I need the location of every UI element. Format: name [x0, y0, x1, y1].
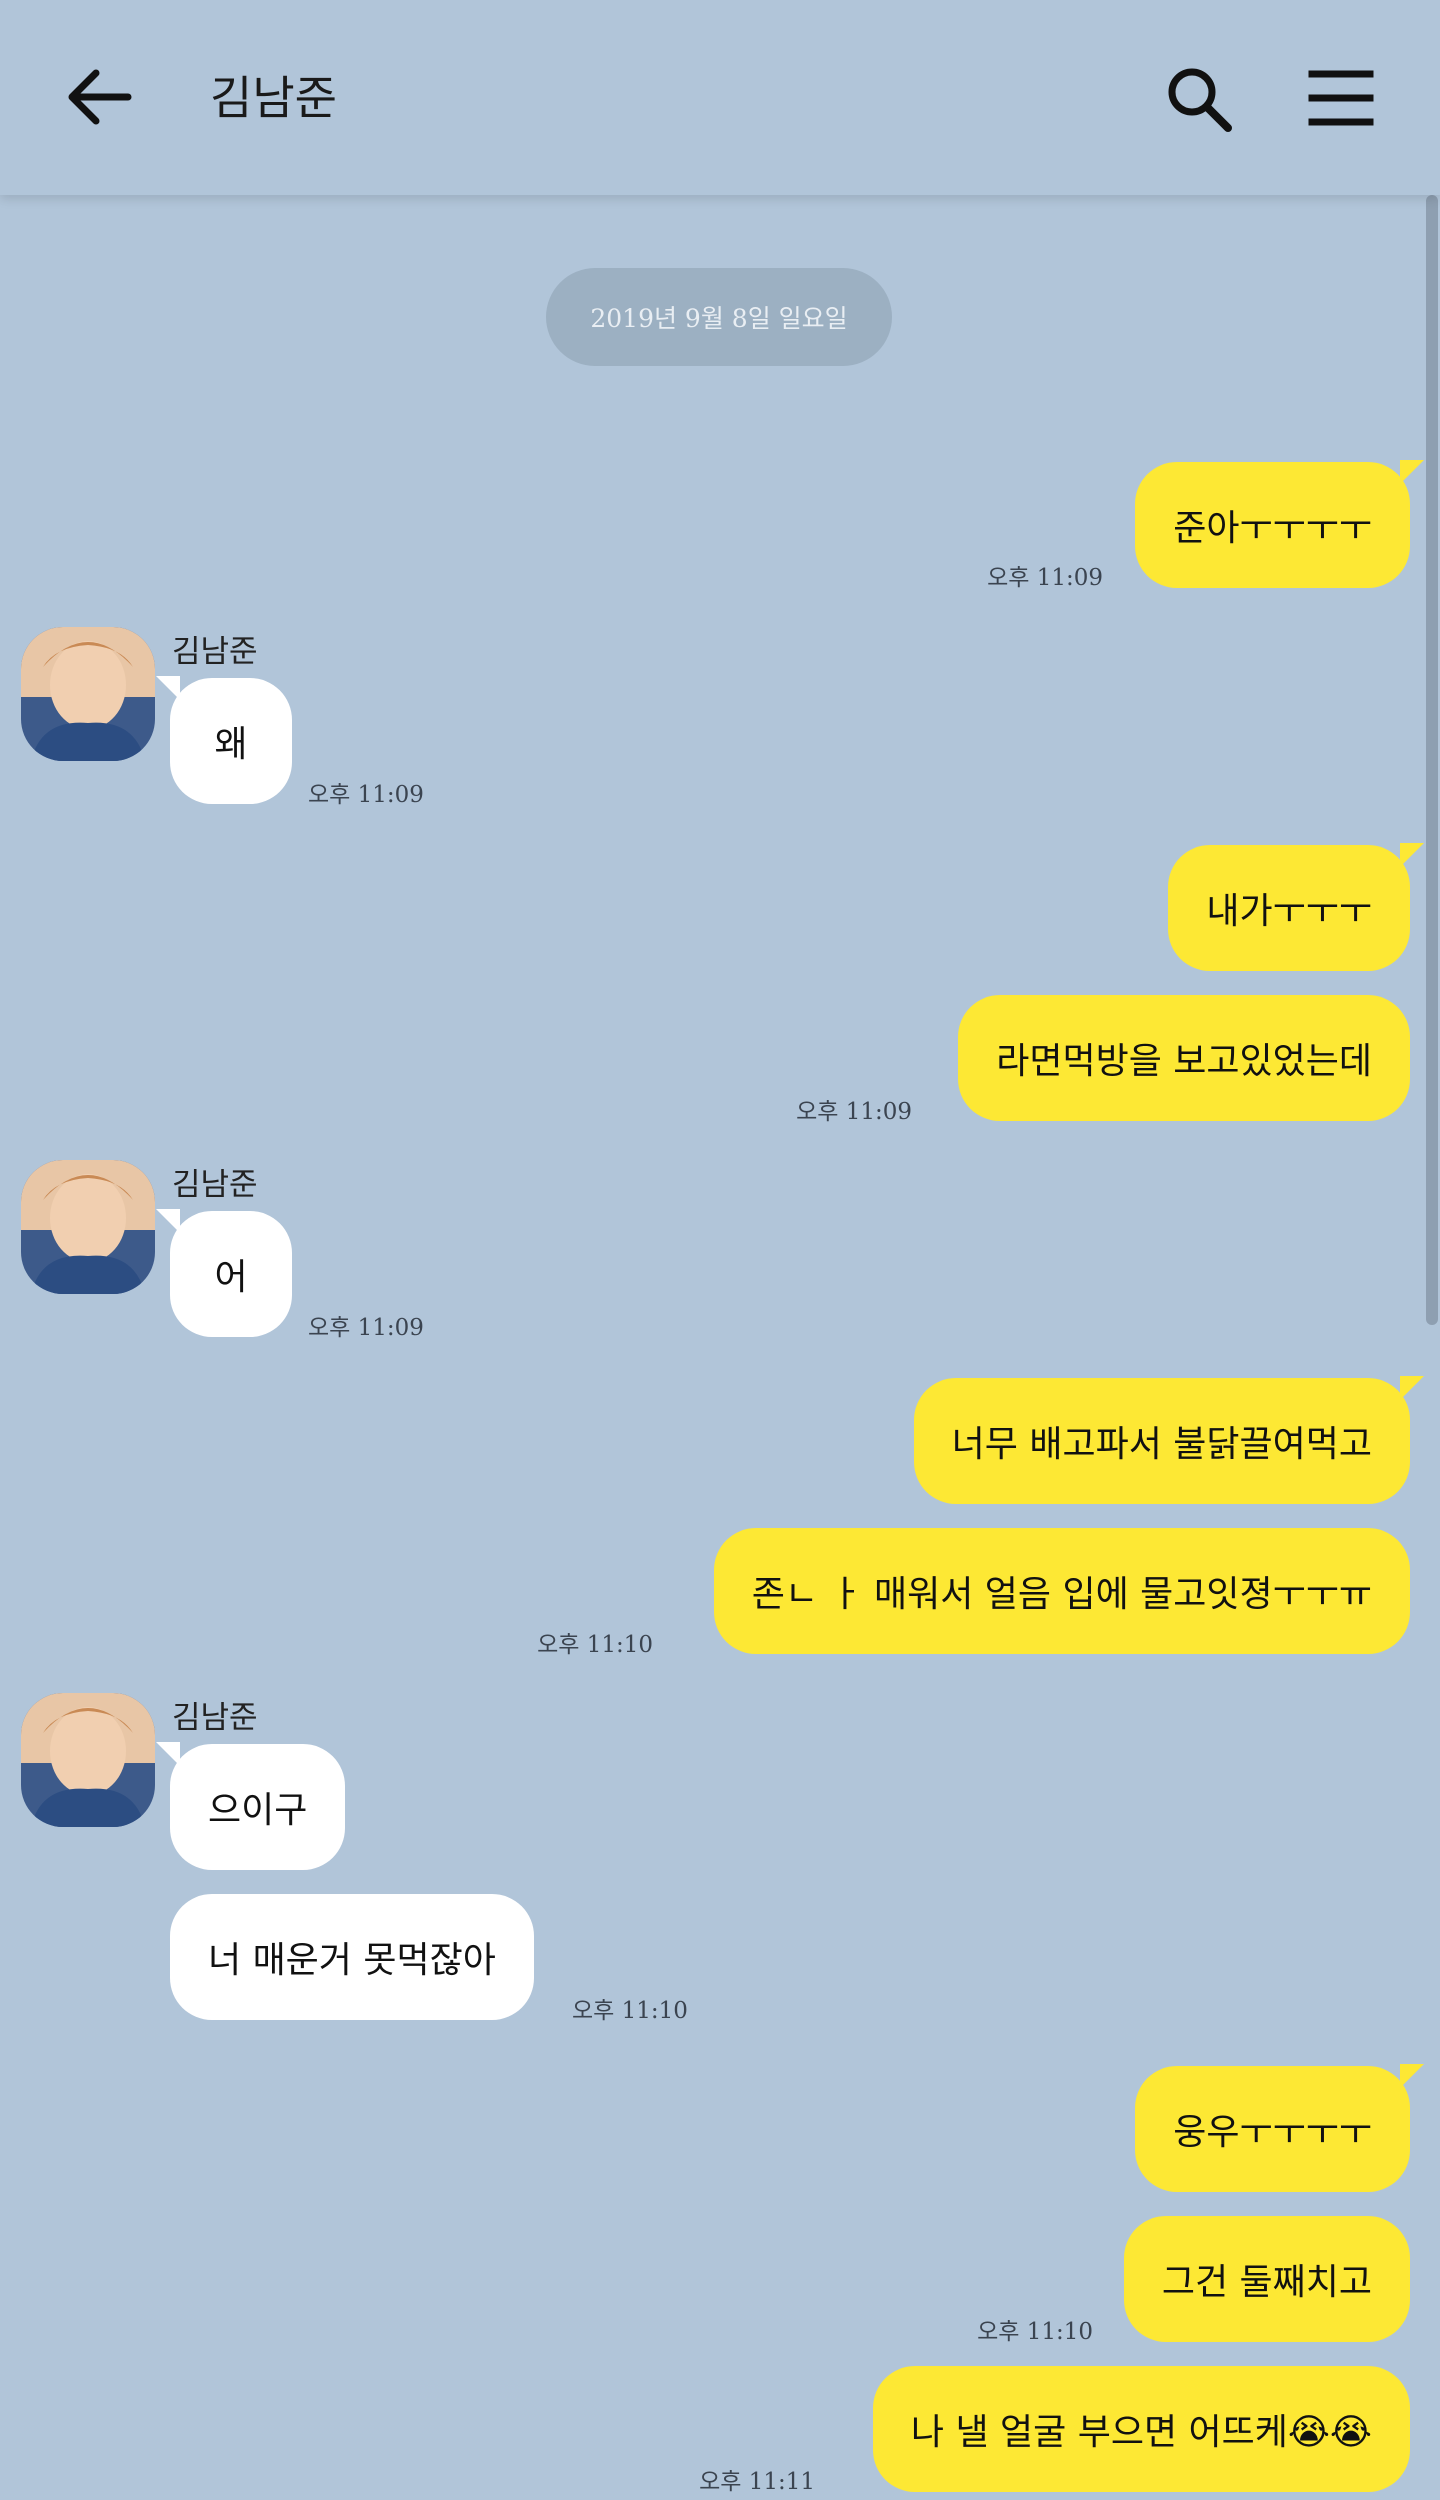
- avatar[interactable]: [21, 627, 155, 761]
- avatar-image: [21, 627, 155, 761]
- message-text: 나 낼 얼굴 부으면 어뜨케😭😭: [910, 2412, 1372, 2453]
- message-text: 준아ㅜㅜㅜㅜ: [1173, 508, 1372, 549]
- avatar-image: [21, 1693, 155, 1827]
- message-bubble-received[interactable]: 너 매운거 못먹잖아: [170, 1894, 534, 2020]
- sender-name: 김남준: [172, 1700, 258, 1736]
- sender-name: 김남준: [172, 634, 258, 670]
- chat-header: 김남준: [0, 0, 1440, 195]
- message-time: 오후 11:10: [537, 1632, 653, 1658]
- message-time: 오후 11:10: [572, 1998, 688, 2024]
- chat-title: 김남준: [210, 71, 337, 125]
- message-text: 너무 배고파서 불닭끌여먹고: [951, 1424, 1372, 1465]
- sender-name: 김남준: [172, 1167, 258, 1203]
- message-bubble-sent[interactable]: 그건 둘째치고: [1123, 2216, 1410, 2342]
- message-bubble-sent[interactable]: 존ㄴ ㅏ 매워서 얼음 입에 물고잇졍ㅜㅜㅠ: [713, 1528, 1410, 1654]
- message-text: 너 매운거 못먹잖아: [208, 1940, 496, 1981]
- avatar[interactable]: [21, 1160, 155, 1294]
- message-text: 어: [214, 1257, 248, 1298]
- search-button[interactable]: [1160, 60, 1240, 140]
- message-time: 오후 11:09: [308, 782, 424, 808]
- message-bubble-received[interactable]: 으이구: [156, 1742, 346, 1870]
- search-icon: [1168, 68, 1232, 132]
- message-bubble-received[interactable]: 왜: [156, 676, 292, 804]
- message-time: 오후 11:09: [987, 565, 1103, 591]
- message-time: 오후 11:10: [977, 2319, 1093, 2345]
- hamburger-menu-icon: [1308, 70, 1374, 126]
- message-time: 오후 11:09: [308, 1315, 424, 1341]
- message-bubble-sent[interactable]: 라면먹방을 보고있었는데: [958, 995, 1410, 1121]
- back-button[interactable]: [60, 57, 140, 137]
- message-text: 그건 둘째치고: [1161, 2262, 1372, 2303]
- message-text: 라면먹방을 보고있었는데: [996, 1041, 1372, 1082]
- menu-button[interactable]: [1300, 60, 1380, 140]
- message-text: 으이구: [208, 1790, 308, 1831]
- avatar[interactable]: [21, 1693, 155, 1827]
- scrollbar[interactable]: [1426, 195, 1438, 1325]
- message-bubble-sent[interactable]: 내가ㅜㅜㅜ: [1168, 843, 1424, 971]
- message-text: 존ㄴ ㅏ 매워서 얼음 입에 물고잇졍ㅜㅜㅠ: [751, 1574, 1372, 1615]
- message-bubble-sent[interactable]: 웅우ㅜㅜㅜㅜ: [1135, 2064, 1424, 2192]
- message-bubble-sent[interactable]: 나 낼 얼굴 부으면 어뜨케😭😭: [872, 2366, 1410, 2492]
- message-bubble-received[interactable]: 어: [156, 1209, 292, 1337]
- message-time: 오후 11:09: [796, 1099, 912, 1125]
- avatar-image: [21, 1160, 155, 1294]
- message-text: 왜: [214, 724, 248, 765]
- date-divider: 2019년 9월 8일 일요일: [546, 268, 892, 366]
- message-time: 오후 11:11: [699, 2469, 815, 2495]
- message-text: 웅우ㅜㅜㅜㅜ: [1173, 2112, 1372, 2153]
- message-text: 내가ㅜㅜㅜ: [1206, 891, 1372, 932]
- message-bubble-sent[interactable]: 준아ㅜㅜㅜㅜ: [1135, 460, 1424, 588]
- message-bubble-sent[interactable]: 너무 배고파서 불닭끌여먹고: [913, 1376, 1424, 1504]
- arrow-left-icon: [68, 69, 132, 125]
